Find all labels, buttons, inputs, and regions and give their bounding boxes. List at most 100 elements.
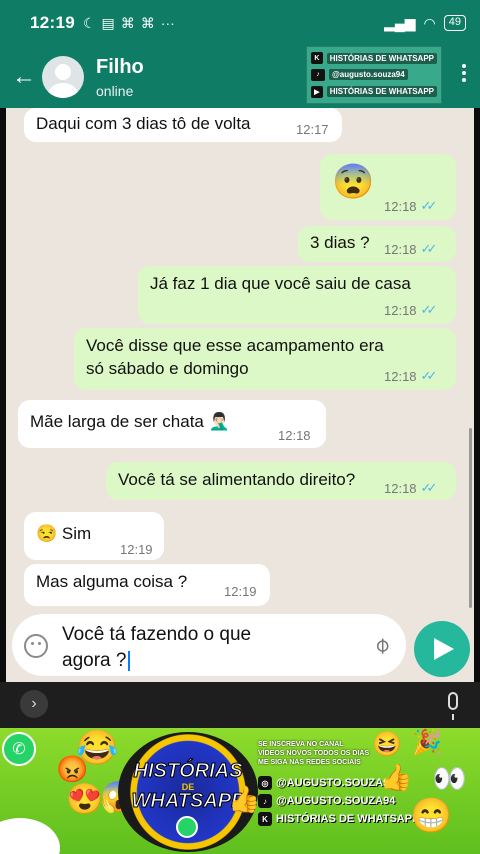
read-ticks-icon: ✓✓ [420, 368, 438, 383]
promo-lines: SE INSCREVA NO CANAL VÍDEOS NOVOS TODOS … [258, 740, 369, 767]
chat-header: ← Filho online K HISTÓRIAS DE WHATSAPP ♪… [0, 46, 480, 108]
message-bubble-incoming[interactable]: 😒 Sim 12:19 [24, 512, 164, 560]
microphone-icon[interactable] [448, 692, 458, 720]
message-meta: 12:18 ✓✓ [384, 198, 438, 214]
message-text: Daqui com 3 dias tô de volta [36, 114, 251, 133]
message-meta: 12:18 ✓✓ [384, 368, 438, 384]
channel-overlay: K HISTÓRIAS DE WHATSAPP ♪ @augusto.souza… [306, 46, 442, 104]
logo-text-top: HISTÓRIAS [133, 760, 243, 783]
attach-clip-icon[interactable]: ⌀ [367, 631, 395, 659]
message-composer[interactable]: Você tá fazendo o que agora ? ⌀ [12, 614, 406, 676]
message-input-line-wrap: agora ? [62, 648, 332, 674]
whatsapp-icon: ✆ [2, 732, 36, 766]
battery-icon: 49 [443, 15, 466, 31]
angry-emoji-icon: 😡 [56, 754, 89, 784]
more-icon: ··· [160, 15, 175, 31]
status-time: 12:19 [30, 13, 75, 32]
promo-line: VÍDEOS NOVOS TODOS OS DIAS [258, 750, 370, 757]
read-ticks-icon: ✓✓ [420, 241, 438, 256]
more-options-icon[interactable] [462, 64, 466, 82]
instagram-label: @AUGUSTO.SOUZA94 [276, 777, 396, 789]
message-bubble-outgoing[interactable]: 😨 12:18 ✓✓ [320, 154, 456, 220]
message-time: 12:18 [384, 480, 417, 496]
back-arrow-icon[interactable]: ← [6, 63, 42, 91]
channel-row: ▶ HISTÓRIAS DE WHATSAPP [311, 85, 437, 98]
read-ticks-icon: ✓✓ [420, 480, 438, 495]
logo-whatsapp-icon [176, 816, 198, 838]
message-meta: 12:18 ✓✓ [384, 302, 438, 318]
promo-banner: ✆ 😂 😡 😍 😱 HISTÓRIAS DE WHATSAPP 👍 SE INS… [0, 728, 480, 854]
message-text-line: só sábado e domingo [86, 359, 249, 378]
channel-label: HISTÓRIAS DE WHATSAPP [326, 52, 437, 64]
status-left-icons: ☾ ▤ ⌘ ⌘ ··· [83, 15, 175, 32]
send-icon [434, 638, 454, 660]
thumbs-up-emoji-icon: 👍 [380, 762, 413, 792]
tiktok-handle: ♪ @AUGUSTO.SOUZA94 [258, 794, 395, 808]
message-bubble-incoming[interactable]: Mas alguma coisa ? 12:19 [24, 564, 270, 606]
app-icon: ⌘ [140, 14, 155, 31]
channel-label: HISTÓRIAS DE WHATSAPP [326, 86, 437, 98]
message-text: Mas alguma coisa ? [36, 572, 188, 591]
message-text: Você tá se alimentando direito? [118, 470, 356, 489]
contact-info[interactable]: Filho online [96, 56, 144, 99]
message-meta: 12:18 ✓✓ [384, 480, 438, 496]
message-list[interactable]: Daqui com 3 dias tô de volta 12:17 😨 12:… [6, 108, 474, 682]
banner-decoration [0, 818, 60, 854]
message-time: 12:19 [120, 542, 153, 557]
emoji-icon[interactable] [24, 634, 48, 658]
channel-row: ♪ @augusto.souza94 [311, 68, 437, 81]
avatar[interactable] [42, 56, 84, 98]
contact-name: Filho [96, 55, 144, 78]
chevron-right-icon[interactable]: › [20, 690, 48, 718]
message-text: 3 dias ? [310, 233, 370, 252]
message-time: 12:18 [384, 368, 417, 384]
read-ticks-icon: ✓✓ [420, 302, 438, 317]
thumbs-up-emoji-icon: 👍 [228, 784, 261, 814]
message-text: 😒 Sim [36, 524, 92, 543]
scrollbar[interactable] [469, 428, 472, 608]
status-bar: 12:19 ☾ ▤ ⌘ ⌘ ··· ▂▄▆ ◠ 49 [0, 0, 480, 46]
message-bubble-outgoing[interactable]: Já faz 1 dia que você saiu de casa 12:18… [138, 266, 456, 324]
message-time: 12:18 [278, 428, 311, 443]
instagram-icon: ◎ [258, 776, 272, 790]
kwai-handle: K HISTÓRIAS DE WHATSAPP [258, 812, 419, 826]
message-text: Já faz 1 dia que você saiu de casa [150, 274, 411, 293]
promo-line: ME SIGA NAS REDES SOCIAIS [258, 759, 361, 766]
heart-eyes-emoji-icon: 😍 [66, 783, 104, 816]
message-bubble-outgoing[interactable]: Você disse que esse acampamento era só s… [74, 328, 456, 390]
message-time: 12:18 [384, 241, 417, 257]
keyboard-toolbar: › [0, 682, 480, 728]
channel-row: K HISTÓRIAS DE WHATSAPP [311, 52, 437, 65]
message-input[interactable]: Você tá fazendo o que agora ? [62, 622, 332, 674]
tiktok-icon: ♪ [311, 68, 325, 81]
message-time: 12:19 [224, 584, 257, 599]
message-meta: 12:18 ✓✓ [384, 241, 438, 257]
read-ticks-icon: ✓✓ [420, 198, 438, 213]
text-caret [128, 650, 131, 671]
message-input-line: Você tá fazendo o que [62, 624, 252, 645]
grinning-emoji-icon: 😁 [410, 797, 453, 835]
avatar-head [55, 64, 71, 80]
message-time: 12:18 [384, 198, 417, 214]
message-time: 12:18 [384, 302, 417, 318]
message-emoji: 😨 [332, 163, 375, 201]
tiktok-icon: ♪ [258, 794, 272, 808]
message-bubble-incoming[interactable]: Mãe larga de ser chata 🤦🏻‍♂️ 12:18 [18, 400, 326, 448]
kwai-icon: K [311, 52, 323, 65]
message-bubble-incoming[interactable]: Daqui com 3 dias tô de volta 12:17 [24, 108, 342, 142]
message-bubble-outgoing[interactable]: 3 dias ? 12:18 ✓✓ [298, 226, 456, 262]
status-right-icons: ▂▄▆ ◠ 49 [384, 15, 466, 32]
send-button[interactable] [414, 621, 470, 677]
message-text-line: Você disse que esse acampamento era [86, 336, 384, 355]
eyes-emoji-icon: 👀 [432, 763, 467, 794]
wifi-icon: ◠ [423, 14, 436, 31]
avatar-body [48, 83, 78, 98]
message-bubble-outgoing[interactable]: Você tá se alimentando direito? 12:18 ✓✓ [106, 462, 456, 500]
instagram-handle: ◎ @AUGUSTO.SOUZA94 [258, 776, 395, 790]
party-popper-icon: 🎉 [412, 729, 442, 756]
message-text: Mãe larga de ser chata 🤦🏻‍♂️ [30, 412, 230, 431]
whatsapp-chat-screen: 12:19 ☾ ▤ ⌘ ⌘ ··· ▂▄▆ ◠ 49 ← Filho onlin… [0, 0, 480, 854]
tiktok-label: @AUGUSTO.SOUZA94 [276, 795, 396, 807]
promo-line: SE INSCREVA NO CANAL [258, 741, 344, 748]
moon-icon: ☾ [82, 14, 96, 31]
